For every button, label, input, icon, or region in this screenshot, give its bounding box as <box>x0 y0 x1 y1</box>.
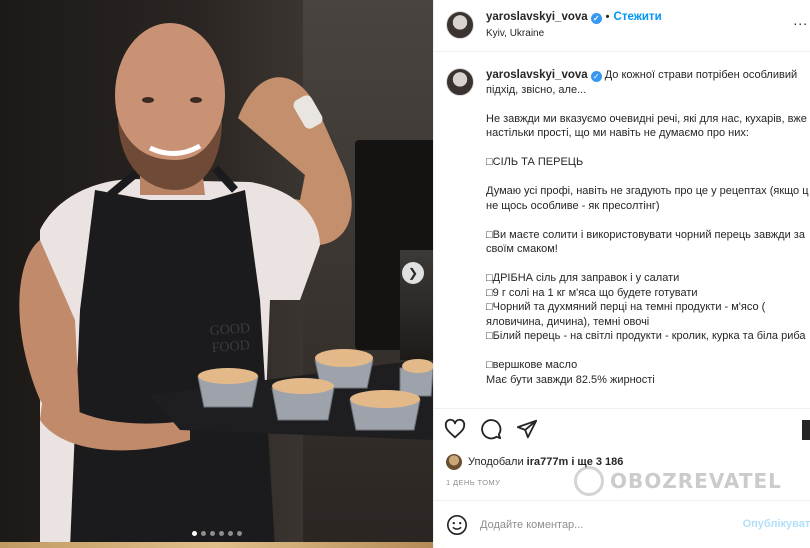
caption-heading: □СІЛЬ ТА ПЕРЕЦЬ <box>486 156 584 168</box>
svg-text:GOOD: GOOD <box>209 321 250 339</box>
liker-username[interactable]: ira777m <box>527 456 569 468</box>
divider <box>434 408 810 409</box>
carousel-dots <box>192 531 242 536</box>
caption-line: своїм смаком! <box>486 243 558 255</box>
chevron-right-icon: ❯ <box>407 266 419 280</box>
carousel-dot <box>201 531 206 536</box>
header-username-row: yaroslavskyi_vova ✓ • Стежити <box>486 11 662 24</box>
caption-line: Думаю усі профі, навіть не згадують про … <box>486 185 809 197</box>
caption-line: □Ви маєте солити і використовувати чорни… <box>486 228 805 241</box>
comment-input[interactable] <box>480 518 730 531</box>
comment-icon[interactable] <box>480 418 502 440</box>
caption-username[interactable]: yaroslavskyi_vova <box>486 69 588 81</box>
caption-line: настільки прості, що ми навіть не думаєм… <box>486 127 749 139</box>
verified-badge-icon: ✓ <box>590 71 602 82</box>
likes-prefix: Уподобали <box>468 456 524 468</box>
heart-icon[interactable] <box>444 418 466 440</box>
caption-line: не щось особливе - як пресолтінг) <box>486 199 660 212</box>
more-options-icon[interactable]: ... <box>793 12 808 28</box>
location-link[interactable]: Kyiv, Ukraine <box>486 28 544 39</box>
post-actions <box>444 418 538 440</box>
publish-button[interactable]: Опублікувати <box>743 518 810 530</box>
post-side-panel: yaroslavskyi_vova ✓ • Стежити Kyiv, Ukraine… <box>433 0 810 548</box>
bookmark-icon[interactable] <box>802 420 810 440</box>
photo-bottom-edge <box>0 542 433 548</box>
carousel-dot <box>210 531 215 536</box>
caption-line: підхід, звісно, але... <box>486 83 587 96</box>
caption-list-item: □Білий перець - на світлі продукти - кро… <box>486 330 806 342</box>
caption-list-item: □Чорний та духмяний перці на темні проду… <box>486 301 766 313</box>
dot-separator: • <box>605 11 610 23</box>
share-icon[interactable] <box>516 418 538 440</box>
avatar[interactable] <box>446 454 462 470</box>
carousel-dot <box>192 531 197 536</box>
carousel-dot <box>228 531 233 536</box>
emoji-icon[interactable] <box>446 514 468 536</box>
post-caption: yaroslavskyi_vova ✓ До кожної страви потр… <box>434 52 810 408</box>
caption-line: яловичина, дичина), темні овочі <box>486 315 650 328</box>
watermark-text: OBOZREVATEL <box>610 469 782 493</box>
post-timestamp[interactable]: 1 ДЕНЬ ТОМУ <box>446 478 500 487</box>
caption-text: yaroslavskyi_vova ✓ До кожної страви потр… <box>486 68 809 387</box>
carousel-next-button[interactable]: ❯ <box>402 262 424 284</box>
avatar[interactable] <box>446 68 474 96</box>
post-photo[interactable]: GOOD FOOD ❯ <box>0 0 433 548</box>
comment-bar: Опублікувати <box>434 500 810 548</box>
caption-list-item: □ДРІБНА сіль для заправок і у салати <box>486 272 680 284</box>
watermark: OBOZREVATEL <box>574 466 782 496</box>
avatar[interactable] <box>446 11 474 39</box>
follow-button[interactable]: Стежити <box>614 11 662 23</box>
carousel-dot <box>237 531 242 536</box>
post-header: yaroslavskyi_vova ✓ • Стежити Kyiv, Ukraine… <box>434 0 810 52</box>
watermark-logo-icon <box>574 466 604 496</box>
svg-text:FOOD: FOOD <box>211 338 250 356</box>
chef-figure: GOOD FOOD <box>19 23 433 548</box>
caption-line: До кожної страви потрібен особливий <box>604 69 798 81</box>
caption-line: Має бути завжди 82.5% жирності <box>486 373 655 386</box>
carousel-dot <box>219 531 224 536</box>
caption-line: Не завжди ми вказуємо очевидні речі, які… <box>486 112 807 125</box>
verified-badge-icon: ✓ <box>590 13 602 24</box>
caption-heading: □вершкове масло <box>486 359 578 371</box>
username-link[interactable]: yaroslavskyi_vova <box>486 11 588 23</box>
caption-list-item: □9 г солі на 1 кг м'яса що будете готува… <box>486 286 698 299</box>
